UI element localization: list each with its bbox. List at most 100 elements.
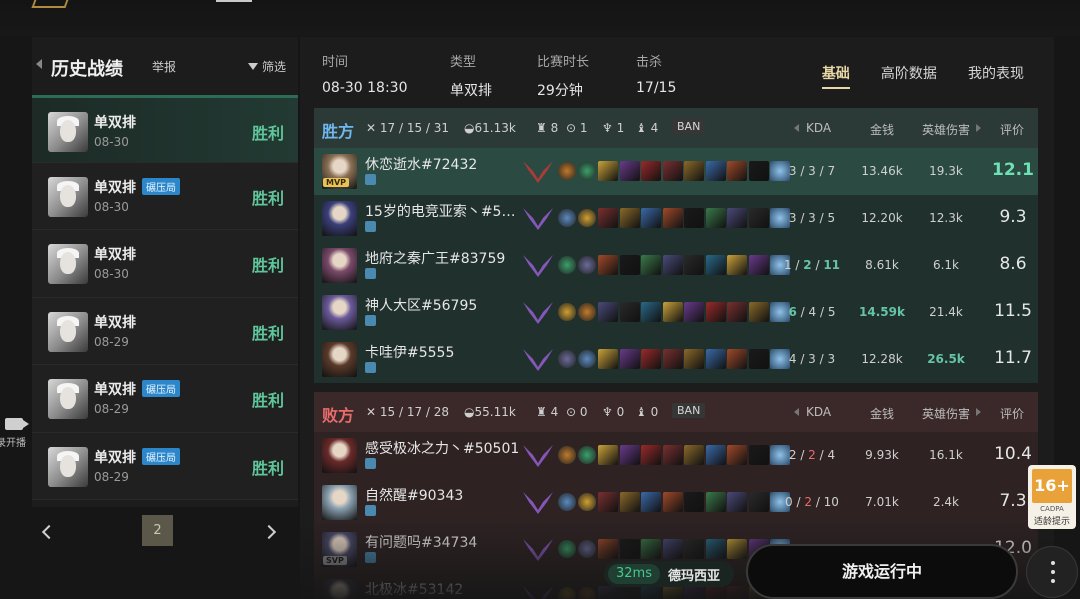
item-build (598, 492, 792, 512)
player-row[interactable]: 卡哇伊#5555 4 / 3 / 3 12.28k 26.5k 11.7 (314, 336, 1038, 383)
item-build (598, 255, 792, 275)
player-row[interactable]: 地府之秦广王#83759 1 / 2 / 11 8.61k 6.1k 8.6 (314, 242, 1038, 289)
match-list-item[interactable]: 单双排 08-29 胜利 (32, 297, 298, 365)
champion-portrait[interactable] (322, 201, 357, 236)
item-icon (748, 255, 769, 275)
player-name[interactable]: 地府之秦广王#83759 (365, 248, 505, 268)
age-rating-hint: 适龄提示 (1033, 517, 1070, 527)
player-row[interactable]: 15岁的电竞亚索丶#51... 3 / 3 / 5 12.20k 12.3k 9.3 (314, 195, 1038, 242)
match-list-item[interactable]: 单双排 碾压局 08-30 胜利 (32, 162, 298, 230)
team-kda: ✕ 15 / 17 / 28 (366, 405, 450, 419)
item-icon (641, 302, 661, 322)
match-list-item[interactable]: 单双排 08-30 胜利 (32, 230, 298, 298)
match-list-item[interactable]: 单双排 碾压局 08-29 胜利 (32, 365, 298, 433)
filter-button[interactable]: 筛选 (248, 58, 286, 75)
scroll-left-icon[interactable] (794, 408, 799, 416)
player-damage: 16.1k (929, 448, 963, 462)
item-icon (705, 208, 726, 228)
player-name[interactable]: 神人大区#56795 (365, 295, 477, 315)
champion-portrait[interactable] (322, 485, 357, 520)
item-icon (727, 302, 747, 322)
report-button[interactable]: 举报 (152, 58, 176, 75)
item-icon (705, 445, 726, 465)
ban-button[interactable]: BAN (672, 403, 706, 418)
col-gold: 金钱 (870, 123, 895, 137)
scroll-right-icon[interactable] (976, 408, 981, 416)
player-row[interactable]: 自然醒#90343 0 / 2 / 10 7.01k 2.4k 7.3 (314, 479, 1038, 526)
team-dragons: ♆ 1 (602, 121, 625, 135)
tab-basic[interactable]: 基础 (821, 63, 850, 89)
item-icon (598, 586, 618, 599)
item-icon (705, 161, 726, 181)
match-list-item[interactable]: 单双排 碾压局 08-29 胜利 (32, 432, 298, 500)
player-row[interactable]: MVP 休恋逝水#72432 3 / 3 / 7 13.46k 19.3k 12.1 (314, 148, 1038, 195)
col-kda: KDA (806, 405, 832, 419)
champion-portrait[interactable] (322, 438, 357, 473)
player-damage: 19.3k (929, 164, 963, 178)
item-icon (727, 208, 747, 228)
player-badges (365, 552, 379, 564)
rune-icon (558, 587, 576, 599)
item-icon (641, 445, 661, 465)
item-icon (641, 161, 661, 181)
item-icon (684, 586, 704, 599)
player-row[interactable]: 感受极冰之力丶#50501 2 / 2 / 4 9.93k 16.1k 10.4 (314, 432, 1038, 479)
dot-icon (1051, 570, 1055, 574)
champion-portrait[interactable] (322, 342, 357, 377)
match-date: 08-30 (94, 199, 129, 214)
page-number[interactable]: 2 (142, 515, 173, 546)
info-label: 击杀 (636, 55, 663, 70)
rune-secondary-icon (578, 303, 596, 321)
rank-emblem-icon (523, 586, 553, 599)
rune-secondary-icon (578, 350, 596, 368)
player-name[interactable]: 感受极冰之力丶#50501 (365, 438, 519, 458)
item-icon (705, 492, 726, 512)
item-icon (641, 255, 661, 275)
tab-my-performance[interactable]: 我的表现 (968, 63, 1024, 89)
rune-secondary-icon (578, 162, 596, 180)
player-row[interactable]: 神人大区#56795 6 / 4 / 5 14.59k 21.4k 11.5 (314, 289, 1038, 336)
rune-icon (558, 540, 576, 558)
info-duration: 比赛时长 29分钟 (537, 51, 589, 100)
player-damage: 26.5k (927, 352, 965, 366)
game-status-button[interactable]: 游戏运行中 (746, 544, 1018, 599)
champion-portrait[interactable] (322, 248, 357, 283)
player-damage: 21.4k (929, 305, 963, 319)
item-icon (662, 539, 683, 559)
player-name[interactable]: 北极冰#53142 (365, 579, 463, 599)
item-icon (727, 586, 747, 599)
scroll-left-icon[interactable] (794, 124, 799, 132)
player-kda: 0 / 2 / 10 (785, 495, 839, 509)
ban-button[interactable]: BAN (672, 119, 706, 134)
player-name[interactable]: 有问题吗#34734 (365, 532, 477, 552)
tab-advanced[interactable]: 高阶数据 (881, 63, 937, 89)
champion-portrait[interactable] (322, 579, 357, 599)
info-kills: 击杀 17/15 (636, 51, 676, 96)
more-menu-button[interactable] (1026, 546, 1078, 598)
avatar (48, 379, 88, 419)
record-stream-button[interactable]: 录开播 (0, 418, 29, 449)
champion-portrait[interactable] (322, 295, 357, 330)
player-name[interactable]: 卡哇伊#5555 (365, 342, 454, 362)
match-list-item[interactable]: 单双排 08-30 胜利 (32, 95, 298, 163)
col-damage: 英雄伤害 (922, 407, 971, 421)
item-icon (619, 492, 640, 512)
prev-page-icon[interactable] (41, 524, 57, 540)
item-icon (705, 255, 726, 275)
player-name[interactable]: 15岁的电竞亚索丶#51... (365, 201, 520, 221)
scroll-right-icon[interactable] (976, 124, 981, 132)
player-name[interactable]: 自然醒#90343 (365, 485, 463, 505)
item-build (598, 208, 792, 228)
back-arrow-icon[interactable] (36, 59, 42, 69)
camera-icon (5, 418, 29, 430)
info-value: 29分钟 (537, 83, 583, 99)
avatar (48, 176, 88, 217)
history-panel: 历史战绩 举报 筛选 单双排 08-30 胜利 单双排 碾压局 08-30 胜利 单双排 08-… (32, 37, 298, 546)
lose-team-header: 败方 ✕ 15 / 17 / 28 ◒55.11k ♜ 4 ⊙ 0 ♆ 0 ♝ 0 BAN KD… (314, 392, 1038, 432)
item-icon (705, 302, 726, 322)
item-icon (619, 208, 640, 228)
player-kda: 3 / 3 / 7 (788, 164, 836, 178)
player-name[interactable]: 休恋逝水#72432 (365, 154, 477, 174)
server-name: 德玛西亚 (668, 569, 721, 584)
next-page-icon[interactable] (261, 524, 277, 540)
